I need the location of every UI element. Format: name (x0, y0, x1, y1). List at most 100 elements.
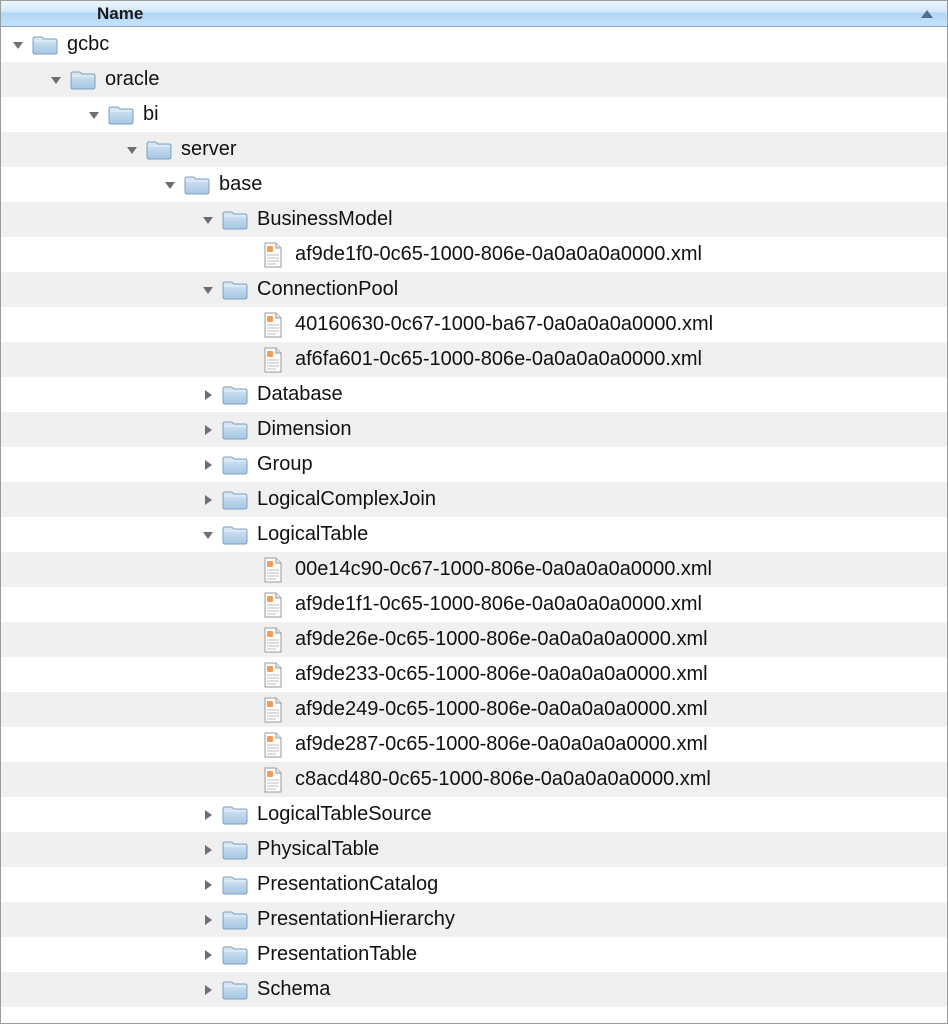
folder-icon (145, 139, 173, 161)
indent-spacer (11, 254, 239, 255)
tree-row[interactable]: BusinessModel (1, 202, 947, 237)
tree-row-label: af6fa601-0c65-1000-806e-0a0a0a0a0000.xml (295, 348, 702, 371)
disclosure-expanded-icon[interactable] (201, 283, 215, 297)
folder-icon (221, 909, 249, 931)
folder-icon (221, 279, 249, 301)
tree-row[interactable]: PresentationCatalog (1, 867, 947, 902)
disclosure-expanded-icon[interactable] (11, 38, 25, 52)
disclosure-expanded-icon[interactable] (201, 528, 215, 542)
disclosure-expanded-icon[interactable] (49, 73, 63, 87)
xml-file-icon (259, 594, 287, 616)
tree-row-label: PresentationHierarchy (257, 908, 455, 931)
tree-row[interactable]: af9de233-0c65-1000-806e-0a0a0a0a0000.xml (1, 657, 947, 692)
indent-spacer (11, 499, 201, 500)
tree-row-label: base (219, 173, 262, 196)
tree-row[interactable]: Group (1, 447, 947, 482)
column-header[interactable]: Name (1, 1, 947, 27)
disclosure-collapsed-icon[interactable] (201, 913, 215, 927)
indent-spacer (11, 289, 201, 290)
tree-row-label: LogicalTableSource (257, 803, 432, 826)
tree-row[interactable]: af9de26e-0c65-1000-806e-0a0a0a0a0000.xml (1, 622, 947, 657)
folder-icon (221, 874, 249, 896)
tree-row[interactable]: af9de287-0c65-1000-806e-0a0a0a0a0000.xml (1, 727, 947, 762)
tree-row-label: 00e14c90-0c67-1000-806e-0a0a0a0a0000.xml (295, 558, 712, 581)
xml-file-icon (259, 699, 287, 721)
tree-row[interactable]: PresentationTable (1, 937, 947, 972)
indent-spacer (11, 219, 201, 220)
tree-row-label: af9de249-0c65-1000-806e-0a0a0a0a0000.xml (295, 698, 708, 721)
tree-row-label: BusinessModel (257, 208, 393, 231)
xml-file-icon (259, 244, 287, 266)
indent-spacer (11, 884, 201, 885)
tree-row[interactable]: c8acd480-0c65-1000-806e-0a0a0a0a0000.xml (1, 762, 947, 797)
folder-icon (221, 489, 249, 511)
indent-spacer (11, 359, 239, 360)
tree-row-label: af9de233-0c65-1000-806e-0a0a0a0a0000.xml (295, 663, 708, 686)
tree-row-label: 40160630-0c67-1000-ba67-0a0a0a0a0000.xml (295, 313, 713, 336)
tree-row[interactable]: af9de1f1-0c65-1000-806e-0a0a0a0a0000.xml (1, 587, 947, 622)
tree-row[interactable]: af9de249-0c65-1000-806e-0a0a0a0a0000.xml (1, 692, 947, 727)
tree-row[interactable]: gcbc (1, 27, 947, 62)
disclosure-collapsed-icon[interactable] (201, 843, 215, 857)
folder-icon (221, 524, 249, 546)
tree-row[interactable]: ConnectionPool (1, 272, 947, 307)
disclosure-collapsed-icon[interactable] (201, 878, 215, 892)
tree-row[interactable]: base (1, 167, 947, 202)
disclosure-collapsed-icon[interactable] (201, 493, 215, 507)
disclosure-expanded-icon[interactable] (163, 178, 177, 192)
tree-row[interactable]: af9de1f0-0c65-1000-806e-0a0a0a0a0000.xml (1, 237, 947, 272)
disclosure-collapsed-icon[interactable] (201, 948, 215, 962)
tree-row[interactable]: af6fa601-0c65-1000-806e-0a0a0a0a0000.xml (1, 342, 947, 377)
tree-row-label: PhysicalTable (257, 838, 379, 861)
tree-row-label: c8acd480-0c65-1000-806e-0a0a0a0a0000.xml (295, 768, 711, 791)
disclosure-collapsed-icon[interactable] (201, 458, 215, 472)
tree-row[interactable]: Schema (1, 972, 947, 1007)
tree-row[interactable]: bi (1, 97, 947, 132)
tree-row-label: af9de287-0c65-1000-806e-0a0a0a0a0000.xml (295, 733, 708, 756)
tree-row[interactable]: LogicalTable (1, 517, 947, 552)
tree-row[interactable]: 00e14c90-0c67-1000-806e-0a0a0a0a0000.xml (1, 552, 947, 587)
disclosure-collapsed-icon[interactable] (201, 808, 215, 822)
folder-icon (221, 454, 249, 476)
tree-row[interactable]: oracle (1, 62, 947, 97)
folder-icon (221, 944, 249, 966)
tree-row[interactable]: PresentationHierarchy (1, 902, 947, 937)
column-header-title: Name (97, 4, 921, 24)
tree-row-label: oracle (105, 68, 159, 91)
xml-file-icon (259, 314, 287, 336)
tree-row-label: server (181, 138, 237, 161)
disclosure-expanded-icon[interactable] (87, 108, 101, 122)
indent-spacer (11, 464, 201, 465)
xml-file-icon (259, 734, 287, 756)
tree-row-label: LogicalTable (257, 523, 368, 546)
disclosure-expanded-icon[interactable] (201, 213, 215, 227)
disclosure-collapsed-icon[interactable] (201, 388, 215, 402)
tree-row-label: PresentationTable (257, 943, 417, 966)
tree-row[interactable]: PhysicalTable (1, 832, 947, 867)
indent-spacer (11, 989, 201, 990)
tree-row[interactable]: LogicalTableSource (1, 797, 947, 832)
folder-icon (221, 804, 249, 826)
folder-icon (221, 839, 249, 861)
indent-spacer (11, 534, 201, 535)
tree-row-label: LogicalComplexJoin (257, 488, 436, 511)
folder-icon (107, 104, 135, 126)
tree-row[interactable]: 40160630-0c67-1000-ba67-0a0a0a0a0000.xml (1, 307, 947, 342)
tree-row-label: gcbc (67, 33, 109, 56)
folder-icon (221, 979, 249, 1001)
tree-row-label: Dimension (257, 418, 351, 441)
tree-row-label: PresentationCatalog (257, 873, 438, 896)
indent-spacer (11, 324, 239, 325)
disclosure-collapsed-icon[interactable] (201, 423, 215, 437)
folder-icon (221, 419, 249, 441)
tree-row[interactable]: server (1, 132, 947, 167)
tree-row[interactable]: Dimension (1, 412, 947, 447)
indent-spacer (11, 849, 201, 850)
tree-row[interactable]: LogicalComplexJoin (1, 482, 947, 517)
tree-row-label: af9de26e-0c65-1000-806e-0a0a0a0a0000.xml (295, 628, 708, 651)
indent-spacer (11, 639, 239, 640)
disclosure-collapsed-icon[interactable] (201, 983, 215, 997)
tree-row[interactable]: Database (1, 377, 947, 412)
disclosure-expanded-icon[interactable] (125, 143, 139, 157)
indent-spacer (11, 709, 239, 710)
